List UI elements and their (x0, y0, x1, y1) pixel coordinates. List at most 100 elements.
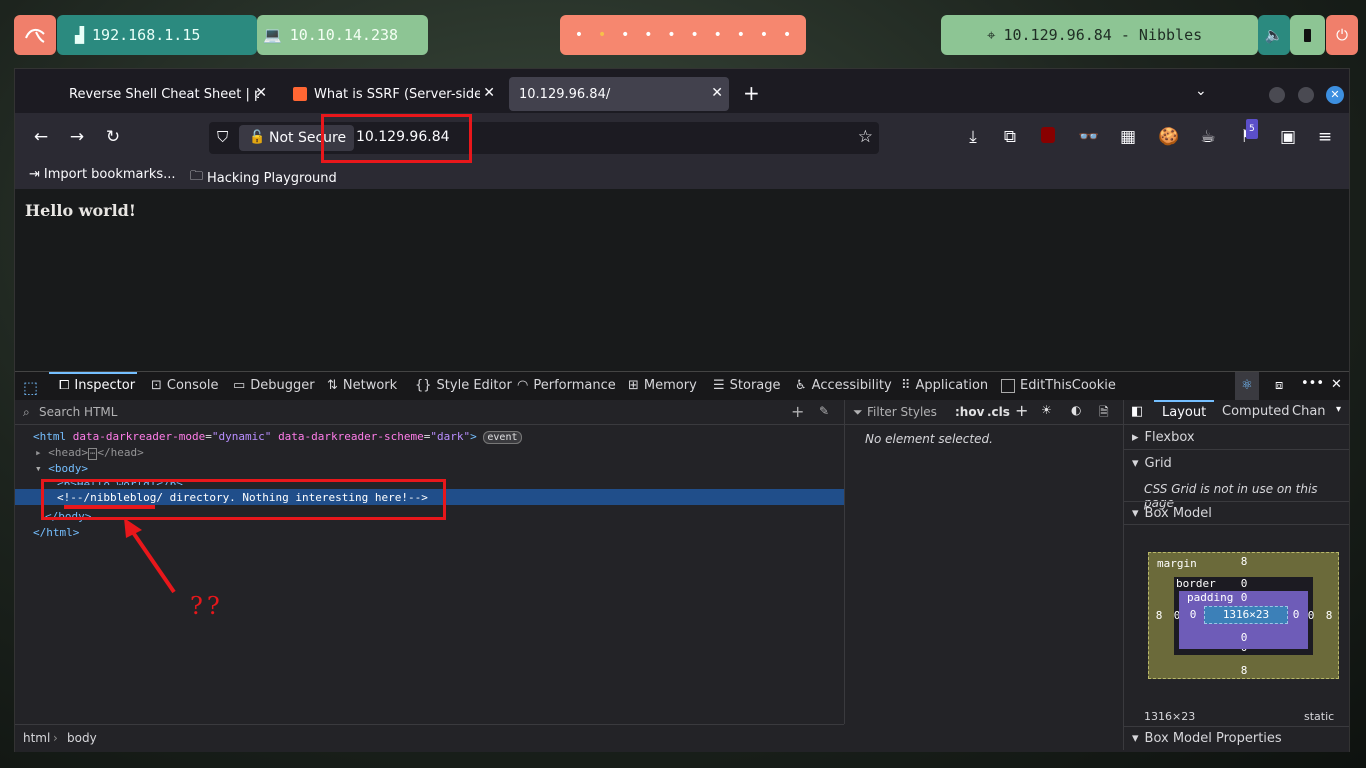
qr-code-icon[interactable]: ▦ (1118, 127, 1138, 147)
html-node[interactable]: <html data-darkreader-mode="dynamic" dat… (33, 430, 522, 444)
tab-editthiscookie[interactable]: EditThisCookie (1001, 378, 1116, 393)
breadcrumb-html[interactable]: html (23, 731, 50, 745)
workspace-switcher[interactable]: • • • • • • • • • • (560, 15, 806, 55)
workspace-dot[interactable]: • (783, 27, 791, 43)
tab-debugger[interactable]: ▭ Debugger (233, 378, 315, 393)
close-icon[interactable]: ✕ (483, 85, 495, 101)
tab-ssrf[interactable]: What is SSRF (Server-side r ✕ (283, 77, 501, 111)
close-devtools-icon[interactable]: ✕ (1331, 377, 1342, 392)
close-window-button[interactable]: ✕ (1326, 86, 1344, 104)
tab-memory[interactable]: ⊞ Memory (628, 378, 697, 393)
reload-icon[interactable]: ↻ (103, 127, 123, 147)
tab-layout[interactable]: Layout (1154, 400, 1215, 424)
collapse-arrow-icon[interactable]: ▾ (35, 462, 42, 475)
back-icon[interactable]: ← (31, 127, 51, 147)
maximize-button[interactable] (1298, 87, 1314, 103)
cookie-icon[interactable]: 🍪 (1158, 127, 1179, 147)
breadcrumb-body[interactable]: body (67, 731, 97, 745)
foxyproxy-icon[interactable]: 👓 (1078, 127, 1099, 147)
margin-left[interactable]: 8 (1153, 609, 1165, 622)
event-badge[interactable]: event (483, 431, 522, 444)
hackbar-icon[interactable]: ☕ (1198, 127, 1218, 147)
search-input[interactable]: Search HTML (39, 405, 117, 419)
hacking-playground-folder[interactable]: 🗀 Hacking Playground (190, 167, 337, 189)
element-picker-icon[interactable]: ⬚ (23, 378, 38, 397)
more-options-icon[interactable]: ••• (1301, 376, 1324, 391)
margin-bottom[interactable]: 8 (1238, 664, 1250, 677)
tab-console[interactable]: ⊡ Console (151, 378, 219, 393)
workspace-dot[interactable]: • (760, 27, 768, 43)
search-html-bar[interactable]: ⌕ Search HTML + ✎ (15, 400, 844, 425)
print-icon[interactable]: 🗎 (1099, 403, 1109, 424)
chevron-down-icon[interactable]: ⌄ (1195, 83, 1207, 99)
border-top[interactable]: 0 (1238, 577, 1250, 590)
light-mode-icon[interactable]: ☀ (1041, 403, 1052, 417)
padding-right[interactable]: 0 (1290, 608, 1302, 621)
dark-mode-icon[interactable]: ◐ (1071, 403, 1081, 417)
sidebar-toggle-icon[interactable]: ◧ (1131, 404, 1143, 419)
eyedropper-icon[interactable]: ✎ (819, 404, 829, 418)
tab-performance[interactable]: ◠ Performance (517, 378, 616, 393)
padding-top[interactable]: 0 (1238, 591, 1250, 604)
filter-styles-input[interactable]: Filter Styles (867, 405, 937, 419)
expand-arrow-icon[interactable]: ▸ (35, 446, 42, 459)
extensions-icon[interactable]: ⧉ (1000, 127, 1020, 147)
hov-button[interactable]: :hov (955, 405, 984, 419)
workspace-dot[interactable]: • (621, 27, 629, 43)
cls-button[interactable]: .cls (987, 405, 1010, 419)
box-model-section[interactable]: ▾ Box Model (1124, 501, 1349, 525)
padding-bottom[interactable]: 0 (1238, 631, 1250, 644)
tab-style-editor[interactable]: {} Style Editor (415, 378, 512, 393)
ublock-icon[interactable] (1038, 127, 1058, 147)
tab-storage[interactable]: ☰ Storage (713, 378, 781, 393)
close-icon[interactable]: ✕ (711, 85, 723, 101)
url-bar[interactable]: ⛉ 🔓 Not Secure 10.129.96.84 ☆ (209, 122, 879, 154)
tab-inspector[interactable]: ⧠ Inspector (59, 378, 135, 393)
collapse-arrow-icon: ▾ (1132, 505, 1139, 521)
workspace-dot[interactable]: • (737, 27, 745, 43)
workspace-dot[interactable]: • (667, 27, 675, 43)
workspace-dot[interactable]: • (575, 27, 583, 43)
margin-top[interactable]: 8 (1238, 555, 1250, 568)
body-node[interactable]: ▾ <body> (35, 462, 88, 475)
tab-reverse-shell[interactable]: Reverse Shell Cheat Sheet | pe ✕ (59, 77, 273, 111)
volume-button[interactable]: 🔈 (1258, 15, 1290, 55)
tab-computed[interactable]: Computed (1222, 404, 1290, 419)
shield-icon[interactable]: ⛉ (217, 128, 228, 146)
box-model-content[interactable]: 1316×23 (1204, 606, 1288, 624)
hamburger-menu-icon[interactable]: ≡ (1315, 127, 1335, 147)
tab-accessibility[interactable]: ♿ Accessibility (795, 378, 892, 393)
workspace-dot[interactable]: • (713, 27, 721, 43)
react-devtools-icon[interactable]: ⚛ (1235, 372, 1259, 400)
filter-styles-bar: ⏷ Filter Styles :hov .cls + ☀ ◐ 🗎 (845, 400, 1123, 425)
tab-active[interactable]: 10.129.96.84/ ✕ (509, 77, 729, 111)
responsive-mode-icon[interactable]: ⧈ (1275, 378, 1283, 393)
forward-icon[interactable]: → (67, 127, 87, 147)
minimize-button[interactable] (1269, 87, 1285, 103)
kali-menu-button[interactable] (14, 15, 56, 55)
box-model-properties-section[interactable]: ▾ Box Model Properties (1124, 726, 1349, 750)
padding-left[interactable]: 0 (1187, 608, 1199, 621)
download-icon[interactable]: ⤓ (963, 127, 983, 147)
tab-changes[interactable]: Chan (1292, 404, 1328, 419)
head-node[interactable]: ▸ <head> ⋯ </head> (35, 446, 144, 460)
workspace-dot[interactable]: • (598, 27, 606, 43)
workspace-dot[interactable]: • (690, 27, 698, 43)
import-bookmarks-link[interactable]: ⇥ Import bookmarks... (29, 167, 176, 182)
new-tab-button[interactable]: + (743, 83, 760, 103)
flexbox-section[interactable]: ▸ Flexbox (1124, 426, 1349, 450)
close-icon[interactable]: ✕ (255, 85, 267, 101)
chevron-down-icon[interactable]: ▾ (1336, 404, 1341, 415)
tab-network[interactable]: ⇅ Network (327, 378, 397, 393)
workspace-dot[interactable]: • (644, 27, 652, 43)
ellipsis-icon[interactable]: ⋯ (88, 448, 98, 460)
grid-section[interactable]: ▾ Grid (1124, 451, 1349, 475)
bookmark-star-icon[interactable]: ☆ (858, 127, 873, 147)
wappalyzer-icon[interactable]: 5⚑ (1238, 119, 1258, 147)
container-icon[interactable]: ▣ (1278, 127, 1298, 147)
tab-application[interactable]: ⠿ Application (901, 378, 988, 393)
add-node-icon[interactable]: + (791, 402, 804, 421)
margin-right[interactable]: 8 (1323, 609, 1335, 622)
add-rule-icon[interactable]: + (1015, 401, 1028, 420)
power-button[interactable]: ⏻ (1326, 15, 1358, 55)
